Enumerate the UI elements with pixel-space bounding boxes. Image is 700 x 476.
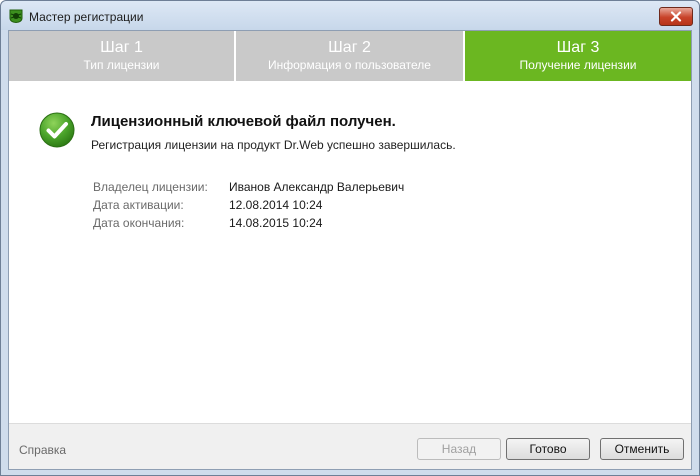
step-subtitle: Получение лицензии xyxy=(519,58,637,72)
step-1-tab: Шаг 1 Тип лицензии xyxy=(9,31,236,81)
step-title: Шаг 3 xyxy=(556,39,600,56)
back-button[interactable]: Назад xyxy=(417,438,501,460)
step-subtitle: Тип лицензии xyxy=(83,58,160,72)
close-button[interactable] xyxy=(659,7,693,26)
detail-row-activation: Дата активации: 12.08.2014 10:24 xyxy=(93,196,404,214)
wizard-client-area: Шаг 1 Тип лицензии Шаг 2 Информация о по… xyxy=(8,30,692,470)
activation-date-label: Дата активации: xyxy=(93,198,184,212)
wizard-footer: Справка Назад Готово Отменить xyxy=(9,423,691,469)
cancel-button[interactable]: Отменить xyxy=(600,438,684,460)
detail-row-owner: Владелец лицензии: Иванов Александр Вале… xyxy=(93,178,404,196)
owner-label: Владелец лицензии: xyxy=(93,180,208,194)
step-2-tab: Шаг 2 Информация о пользователе xyxy=(236,31,465,81)
step-3-tab: Шаг 3 Получение лицензии xyxy=(465,31,691,81)
detail-row-expiry: Дата окончания: 14.08.2015 10:24 xyxy=(93,214,404,232)
expiry-date-value: 14.08.2015 10:24 xyxy=(229,216,323,230)
wizard-steps: Шаг 1 Тип лицензии Шаг 2 Информация о по… xyxy=(9,31,691,81)
success-check-icon xyxy=(39,112,75,148)
expiry-date-label: Дата окончания: xyxy=(93,216,185,230)
license-details: Владелец лицензии: Иванов Александр Вале… xyxy=(93,178,404,232)
drweb-spider-icon xyxy=(9,9,23,23)
activation-date-value: 12.08.2014 10:24 xyxy=(229,198,323,212)
window-title: Мастер регистрации xyxy=(29,10,144,24)
title-bar[interactable]: Мастер регистрации xyxy=(1,1,699,30)
step-title: Шаг 1 xyxy=(100,39,143,56)
result-panel: Лицензионный ключевой файл получен. Реги… xyxy=(9,81,691,423)
help-link[interactable]: Справка xyxy=(19,443,66,457)
step-subtitle: Информация о пользователе xyxy=(268,58,431,72)
success-message: Регистрация лицензии на продукт Dr.Web у… xyxy=(91,138,456,152)
owner-value: Иванов Александр Валерьевич xyxy=(229,180,405,194)
close-icon xyxy=(670,11,682,22)
step-title: Шаг 2 xyxy=(328,39,371,56)
registration-wizard-window: Мастер регистрации Шаг 1 Тип лицензии Ша… xyxy=(0,0,700,476)
done-button[interactable]: Готово xyxy=(506,438,590,460)
success-headline: Лицензионный ключевой файл получен. xyxy=(91,113,396,130)
